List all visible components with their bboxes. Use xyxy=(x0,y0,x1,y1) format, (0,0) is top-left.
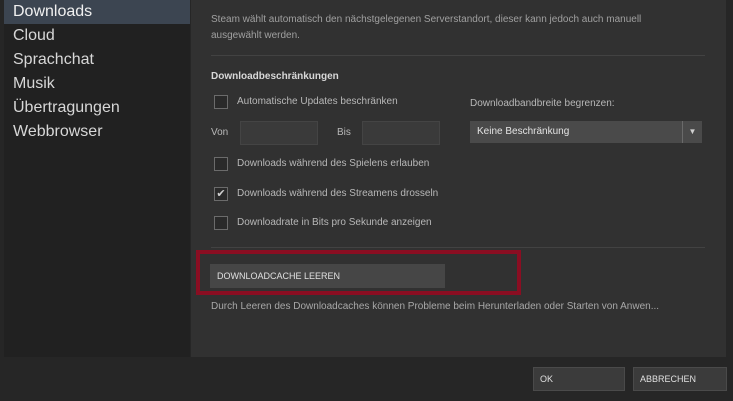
bits-per-second-label: Downloadrate in Bits pro Sekunde anzeige… xyxy=(237,217,432,228)
bandwidth-limit-label: Downloadbandbreite begrenzen: xyxy=(470,98,615,109)
cancel-button[interactable]: ABBRECHEN xyxy=(633,367,727,391)
settings-sidebar: Downloads Cloud Sprachchat Musik Übertra… xyxy=(4,0,190,357)
from-time-label: Von xyxy=(211,127,229,138)
to-time-input[interactable] xyxy=(362,121,440,145)
bandwidth-limit-dropdown[interactable]: Keine Beschränkung ▼ xyxy=(470,121,702,143)
allow-while-playing-label: Downloads während des Spielens erlauben xyxy=(237,158,430,169)
clear-cache-info: Durch Leeren des Downloadcaches können P… xyxy=(211,301,660,312)
ok-button[interactable]: OK xyxy=(533,367,625,391)
download-restrictions-title: Downloadbeschränkungen xyxy=(211,71,339,82)
auto-updates-label: Automatische Updates beschränken xyxy=(237,96,398,107)
divider xyxy=(211,55,705,56)
sidebar-item-web-browser[interactable]: Webbrowser xyxy=(4,120,190,144)
server-region-description-line-2: ausgewählt werden. xyxy=(211,30,300,41)
sidebar-item-voice-chat[interactable]: Sprachchat xyxy=(4,48,190,72)
sidebar-item-broadcasting[interactable]: Übertragungen xyxy=(4,96,190,120)
to-time-label: Bis xyxy=(337,127,351,138)
sidebar-item-downloads[interactable]: Downloads xyxy=(4,0,190,24)
throttle-streaming-checkbox[interactable]: ✔ xyxy=(214,187,228,201)
bits-per-second-checkbox[interactable] xyxy=(214,216,228,230)
sidebar-item-music[interactable]: Musik xyxy=(4,72,190,96)
server-region-description: Steam wählt automatisch den nächstgelege… xyxy=(211,12,701,44)
divider xyxy=(211,247,705,248)
throttle-streaming-label: Downloads während des Streamens drosseln xyxy=(237,188,439,199)
highlight-box xyxy=(196,250,521,295)
from-time-input[interactable] xyxy=(240,121,318,145)
allow-while-playing-checkbox[interactable] xyxy=(214,157,228,171)
server-region-description-line-1: Steam wählt automatisch den nächstgelege… xyxy=(211,14,642,25)
check-icon: ✔ xyxy=(216,188,226,200)
chevron-down-icon[interactable]: ▼ xyxy=(682,121,702,143)
bandwidth-limit-value: Keine Beschränkung xyxy=(477,126,570,137)
downloads-settings-panel: Steam wählt automatisch den nächstgelege… xyxy=(191,0,726,357)
auto-updates-checkbox[interactable] xyxy=(214,95,228,109)
sidebar-item-cloud[interactable]: Cloud xyxy=(4,24,190,48)
